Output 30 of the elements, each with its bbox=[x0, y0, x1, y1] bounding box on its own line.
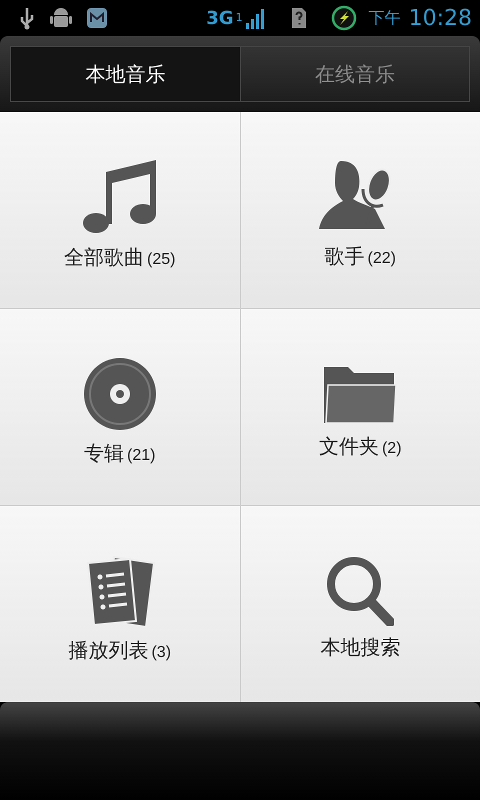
time-period: 下午 bbox=[368, 8, 401, 28]
item-count: (2) bbox=[382, 440, 402, 458]
category-tile[interactable]: 播放列表(3) bbox=[0, 506, 240, 702]
category-label: 歌手 bbox=[324, 242, 365, 270]
network-type: 3G bbox=[206, 8, 234, 28]
item-count: (22) bbox=[368, 250, 396, 268]
clock-time: 10:28 bbox=[408, 6, 472, 30]
item-count: (25) bbox=[147, 250, 176, 268]
category-label: 文件夹 bbox=[318, 432, 379, 460]
category-label: 本地搜索 bbox=[320, 634, 400, 660]
category-tile[interactable]: 全部歌曲(25) bbox=[0, 112, 240, 308]
category-label: 播放列表 bbox=[68, 636, 148, 664]
item-count: (21) bbox=[127, 446, 156, 464]
usb-icon bbox=[18, 6, 36, 30]
tab[interactable]: 本地音乐 bbox=[11, 47, 240, 101]
category-tile[interactable]: 本地搜索 bbox=[240, 506, 480, 702]
category-label: 专辑 bbox=[84, 440, 124, 466]
search-icon bbox=[326, 556, 394, 626]
signal-icon bbox=[244, 7, 267, 29]
lightning-icon bbox=[330, 5, 357, 31]
category-tile[interactable]: 专辑(21) bbox=[0, 309, 240, 505]
category-tile[interactable]: 歌手(22) bbox=[240, 112, 480, 308]
category-label: 全部歌曲 bbox=[64, 244, 144, 270]
sim-slot: 1 bbox=[236, 11, 243, 24]
sim-card-icon bbox=[290, 7, 307, 29]
app-icon bbox=[86, 7, 108, 29]
category-tile[interactable]: 文件夹(2) bbox=[240, 309, 480, 505]
music-note-icon bbox=[82, 158, 158, 236]
disc-icon bbox=[82, 356, 158, 432]
item-count: (3) bbox=[151, 644, 172, 662]
